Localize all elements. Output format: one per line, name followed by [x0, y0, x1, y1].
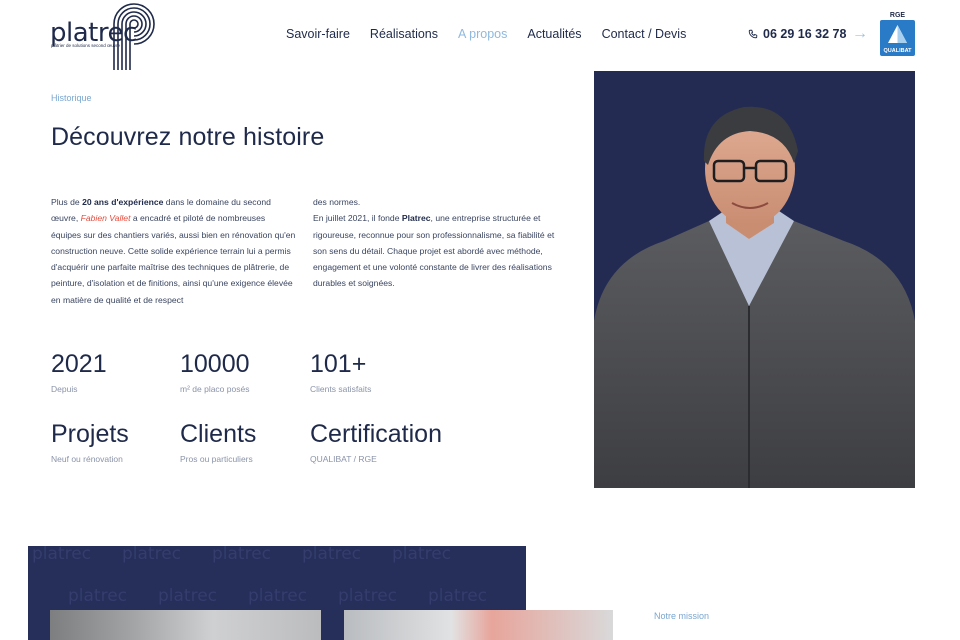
founder-photo [594, 106, 915, 488]
pattern-wordmark: platrec [212, 546, 272, 564]
pattern-wordmark: platrec [338, 586, 398, 606]
founder-portrait [594, 71, 915, 488]
founder-name: Fabien Vallet [80, 213, 131, 224]
pattern-wordmark: platrec [158, 586, 218, 606]
logo-tagline: plâtrier de solutions second œuvre [51, 43, 121, 48]
stat-certification: Certification QUALIBAT / RGE [310, 420, 442, 464]
stat-clients-satisfaits: 101+ Clients satisfaits [310, 350, 371, 394]
pattern-wordmark: platrec [428, 586, 488, 606]
stat-placo: 10000 m² de placo posés [180, 350, 250, 394]
nav-savoir-faire[interactable]: Savoir-faire [286, 27, 350, 41]
stat-label: Depuis [51, 384, 78, 394]
stat-since: 2021 Depuis [51, 350, 107, 394]
stat-label: QUALIBAT / RGE [310, 454, 377, 464]
nav-contact-devis[interactable]: Contact / Devis [602, 27, 687, 41]
arrow-right-icon[interactable]: → [852, 25, 868, 43]
stat-value: 10000 [180, 350, 250, 378]
stat-label: Pros ou particuliers [180, 454, 253, 464]
stat-label: Neuf ou rénovation [51, 454, 123, 464]
pattern-wordmark: platrec [32, 546, 92, 564]
pattern-wordmark: platrec [122, 546, 182, 564]
qualibat-rge-badge: RGE QUALIBAT [880, 12, 915, 56]
stat-value: 101+ [310, 350, 367, 378]
nav-a-propos[interactable]: A propos [458, 27, 507, 41]
pattern-wordmark: platrec [68, 586, 128, 606]
pattern-wordmark: platrec [248, 586, 308, 606]
stat-value: Certification [310, 420, 442, 448]
logo-spiral-icon [113, 3, 155, 70]
history-text-column-2: des normes. En juillet 2021, il fonde Pla… [313, 197, 555, 289]
phone-number: 06 29 16 32 78 [763, 27, 847, 41]
pattern-wordmark: platrec [392, 546, 452, 564]
phone-link[interactable]: 06 29 16 32 78 [748, 27, 846, 41]
badge-qualibat-label: QUALIBAT [883, 48, 912, 54]
badge-rge-label: RGE [889, 12, 906, 19]
history-text-column-1: Plus de 20 ans d'expérience dans le doma… [51, 197, 296, 305]
pattern-wordmark: platrec [302, 546, 362, 564]
stat-label: Clients satisfaits [310, 384, 372, 394]
phone-icon [748, 29, 758, 39]
stat-value: Projets [51, 420, 129, 448]
section-eyebrow-historique: Historique [51, 93, 92, 103]
qualibat-logo-icon [888, 25, 907, 43]
realisation-photo-2 [344, 610, 613, 640]
stat-value: Clients [180, 420, 257, 448]
badge-box: QUALIBAT [880, 20, 915, 56]
stat-clients: Clients Pros ou particuliers [180, 420, 256, 464]
page-title: Découvrez notre histoire [51, 123, 325, 151]
stat-label: m² de placo posés [180, 384, 250, 394]
stat-projets: Projets Neuf ou rénovation [51, 420, 129, 464]
section-eyebrow-mission: Notre mission [654, 611, 710, 621]
stat-value: 2021 [51, 350, 107, 378]
platrec-logo[interactable]: platrec plâtrier de solutions second œuv… [50, 2, 160, 70]
nav-actualites[interactable]: Actualités [527, 27, 581, 41]
realisation-photo-1 [50, 610, 321, 640]
main-nav: Savoir-faire Réalisations A propos Actua… [286, 27, 686, 41]
nav-realisations[interactable]: Réalisations [370, 27, 438, 41]
